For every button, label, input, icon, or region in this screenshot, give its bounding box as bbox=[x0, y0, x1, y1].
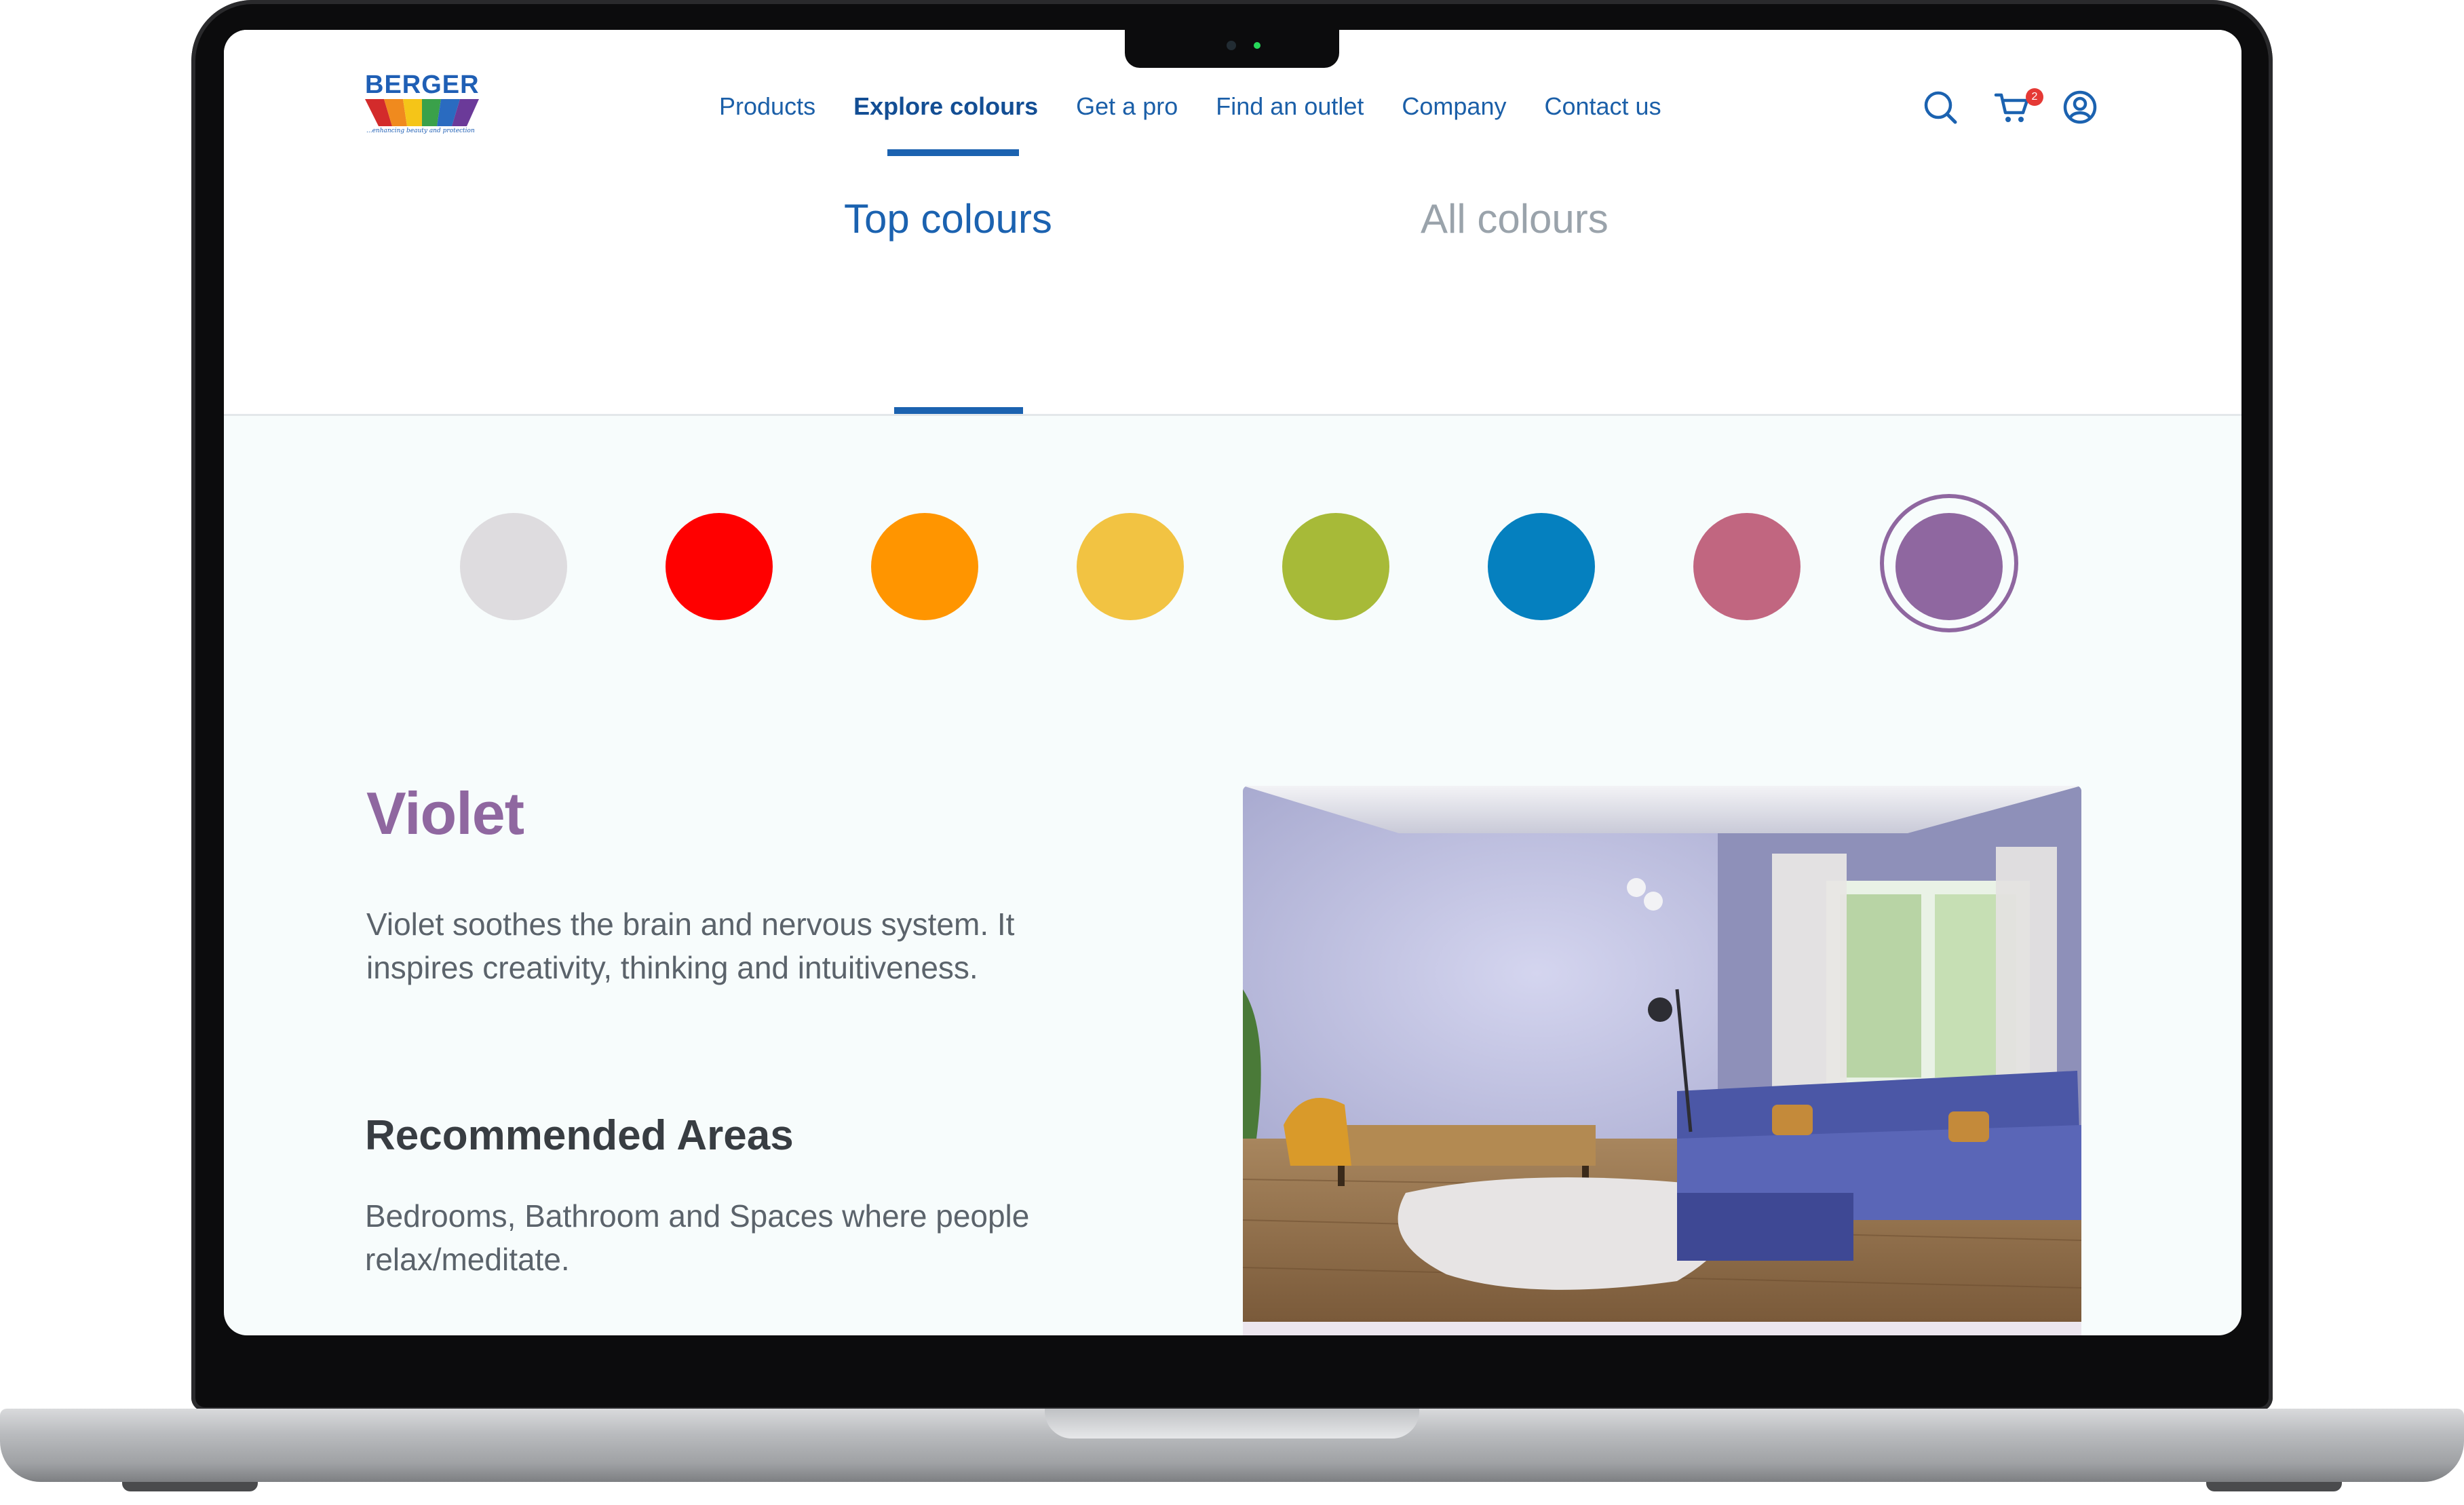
logo-stripes-icon bbox=[365, 99, 479, 126]
swatch-yellow[interactable] bbox=[1077, 513, 1184, 620]
user-circle-icon[interactable] bbox=[2061, 88, 2099, 126]
tab-active-indicator bbox=[894, 407, 1023, 414]
camera-notch bbox=[1125, 30, 1339, 68]
nav-company[interactable]: Company bbox=[1402, 92, 1506, 120]
image-bottom-strip bbox=[1243, 1322, 2081, 1335]
swatch-green[interactable] bbox=[1282, 513, 1389, 620]
nav-get-a-pro[interactable]: Get a pro bbox=[1076, 92, 1178, 120]
nav-active-indicator bbox=[887, 149, 1019, 156]
logo-tagline: ...enhancing beauty and protection bbox=[366, 128, 475, 134]
main-nav: Products Explore colours Get a pro Find … bbox=[719, 92, 1699, 120]
swatch-orange[interactable] bbox=[871, 513, 978, 620]
swatch-white[interactable] bbox=[460, 513, 567, 620]
laptop-base-notch bbox=[1045, 1409, 1419, 1439]
colour-name: Violet bbox=[366, 780, 524, 847]
logo-wordmark: BERGER bbox=[365, 71, 480, 99]
tab-all-colours[interactable]: All colours bbox=[1421, 195, 1609, 242]
cart-count-badge: 2 bbox=[2026, 88, 2043, 106]
colour-description: Violet soothes the brain and nervous sys… bbox=[366, 907, 1015, 985]
laptop-foot-right bbox=[2206, 1482, 2342, 1491]
swatch-blue[interactable] bbox=[1488, 513, 1595, 620]
nav-contact-us[interactable]: Contact us bbox=[1544, 92, 1661, 120]
colour-tabs bbox=[224, 159, 2241, 416]
berger-logo[interactable]: BERGER ...enhancing beauty and protectio… bbox=[365, 72, 487, 137]
search-icon[interactable] bbox=[1921, 88, 1959, 126]
nav-products[interactable]: Products bbox=[719, 92, 815, 120]
laptop-foot-left bbox=[122, 1482, 258, 1491]
camera-led-icon bbox=[1254, 42, 1260, 49]
camera-lens-icon bbox=[1227, 41, 1236, 50]
nav-find-an-outlet[interactable]: Find an outlet bbox=[1216, 92, 1364, 120]
screen: BERGER ...enhancing beauty and protectio… bbox=[224, 30, 2241, 1335]
swatch-red[interactable] bbox=[666, 513, 773, 620]
recommended-areas-text: Bedrooms, Bathroom and Spaces where peop… bbox=[365, 1198, 1030, 1277]
swatch-violet[interactable] bbox=[1895, 513, 2003, 620]
swatch-pink[interactable] bbox=[1693, 513, 1801, 620]
nav-explore-colours[interactable]: Explore colours bbox=[853, 92, 1038, 120]
room-preview-image bbox=[1243, 786, 2081, 1322]
tab-top-colours[interactable]: Top colours bbox=[844, 195, 1052, 242]
recommended-areas-heading: Recommended Areas bbox=[365, 1112, 794, 1159]
